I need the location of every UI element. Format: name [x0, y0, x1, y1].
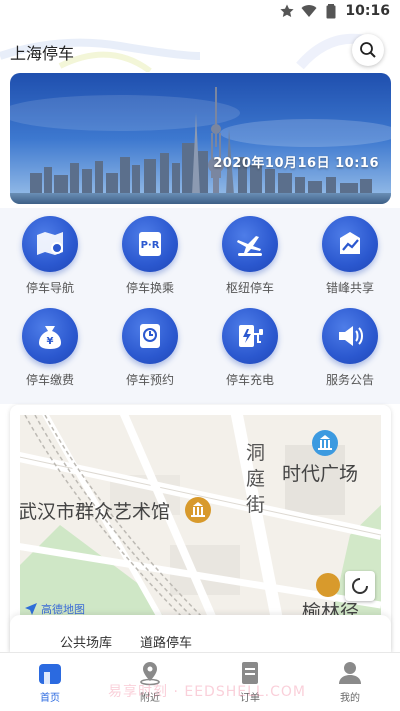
banner-datetime: 2020年10月16日 10:16: [213, 156, 379, 171]
service-park-and-ride[interactable]: P·R 停车换乘: [100, 216, 200, 296]
map-poi-times-square[interactable]: 时代广场: [282, 459, 358, 486]
speaker-icon: [339, 326, 363, 346]
service-hub-parking[interactable]: 枢纽停车: [200, 216, 300, 296]
park-ride-icon: P·R: [139, 232, 161, 256]
service-label: 枢纽停车: [225, 281, 274, 295]
service-label: 服务公告: [325, 373, 374, 387]
service-icon-circle: [22, 216, 78, 272]
service-parking-payment[interactable]: ¥ 停车缴费: [0, 308, 100, 388]
skyline-image: [10, 73, 391, 204]
map-road-dongting: 洞庭街: [246, 442, 266, 516]
service-icon-circle: [322, 308, 378, 364]
wifi-icon: [301, 5, 317, 17]
svg-text:P·R: P·R: [141, 240, 160, 251]
nav-orders-label: 订单: [240, 693, 260, 704]
service-icon-circle: P·R: [122, 216, 178, 272]
clock-doc-icon: [140, 324, 160, 348]
service-label: 停车充电: [225, 373, 274, 387]
service-parking-reservation[interactable]: 停车预约: [100, 308, 200, 388]
service-icon-circle: [122, 308, 178, 364]
city-banner[interactable]: 2020年10月16日 10:16: [10, 73, 391, 204]
status-bar: 10:16: [0, 0, 400, 26]
nav-orders[interactable]: 订单: [200, 660, 300, 704]
nav-home[interactable]: 首页: [0, 660, 100, 704]
status-time: 10:16: [345, 3, 390, 19]
charging-icon: [239, 325, 263, 347]
money-bag-icon: ¥: [39, 326, 61, 349]
nav-nearby-label: 附近: [140, 693, 160, 704]
search-button[interactable]: [352, 34, 384, 66]
service-label: 停车换乘: [125, 281, 174, 295]
nav-mine-label: 我的: [340, 693, 360, 704]
home-icon: [39, 664, 61, 684]
status-icons: 10:16: [279, 3, 390, 19]
battery-icon: [326, 4, 336, 19]
service-icon-circle: [222, 308, 278, 364]
star-icon: [280, 4, 295, 17]
locate-button[interactable]: [345, 571, 375, 601]
service-label: 停车预约: [125, 373, 174, 387]
map-pin-icon: [37, 232, 63, 255]
tab-road-parking[interactable]: 道路停车: [140, 632, 192, 651]
service-grid: 停车导航 P·R 停车换乘 枢纽停车 错峰共享 ¥ 停车缴费 停车预约 停车充电…: [0, 208, 400, 404]
service-parking-navigation[interactable]: 停车导航: [0, 216, 100, 296]
service-icon-circle: ¥: [22, 308, 78, 364]
location-pin-icon: [140, 662, 160, 686]
chart-up-icon: [340, 232, 360, 254]
service-off-peak-sharing[interactable]: 错峰共享: [300, 216, 400, 296]
service-announcements[interactable]: 服务公告: [300, 308, 400, 388]
search-icon: [360, 42, 376, 58]
nav-home-label: 首页: [40, 693, 60, 704]
service-label: 停车导航: [25, 281, 74, 295]
service-icon-circle: [222, 216, 278, 272]
nav-nearby[interactable]: 附近: [100, 660, 200, 704]
tab-public-garage[interactable]: 公共场库: [60, 632, 112, 651]
app-header: 上海停车: [0, 26, 400, 72]
plane-train-icon: [237, 236, 262, 256]
service-icon-circle: [322, 216, 378, 272]
orders-icon: [242, 662, 258, 684]
service-parking-charging[interactable]: 停车充电: [200, 308, 300, 388]
map-view[interactable]: 时代广场 武汉市群众艺术馆 洞庭街 榆林径 高德地图: [20, 415, 381, 625]
city-title[interactable]: 上海停车: [10, 40, 74, 64]
bottom-navigation: 首页 附近 订单 我的 易享时刻 · EEDSHELL.COM: [0, 652, 400, 711]
service-label: 停车缴费: [25, 373, 74, 387]
nav-mine[interactable]: 我的: [300, 660, 400, 704]
amap-arrow-icon: [25, 603, 37, 615]
loading-spinner-icon: [352, 578, 368, 594]
user-icon: [339, 662, 361, 684]
map-poi-art-museum[interactable]: 武汉市群众艺术馆: [20, 497, 170, 524]
service-label: 错峰共享: [325, 281, 374, 295]
svg-text:¥: ¥: [47, 336, 54, 347]
